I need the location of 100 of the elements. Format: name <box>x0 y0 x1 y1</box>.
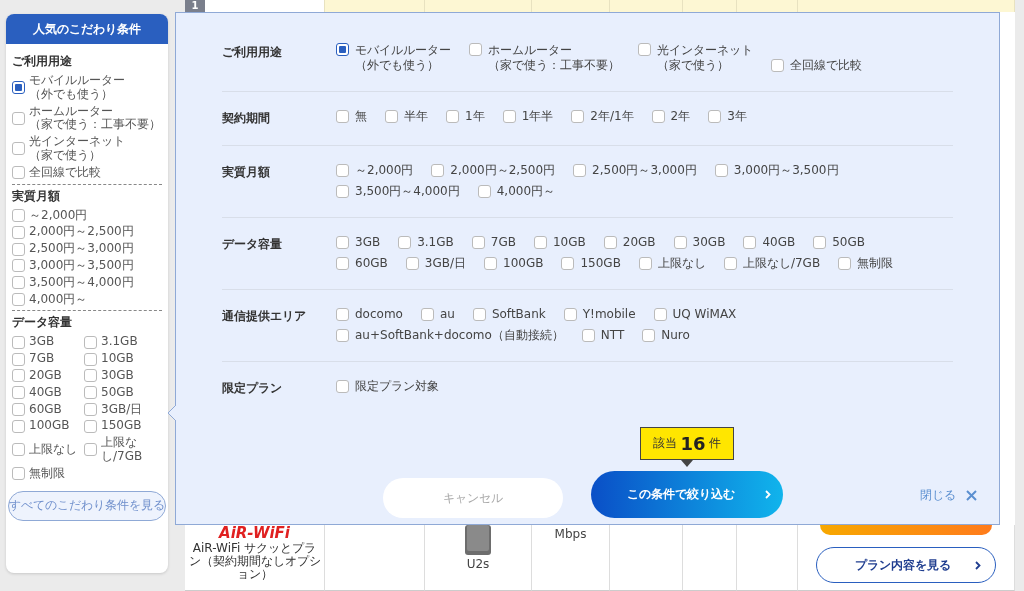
plan-details-button[interactable]: プラン内容を見る <box>816 547 996 583</box>
option-label: 3.1GB <box>417 235 454 250</box>
checkbox[interactable] <box>502 110 516 123</box>
checkbox[interactable] <box>581 329 595 342</box>
option-label: 上限なし <box>29 443 77 457</box>
option-label: 無制限 <box>29 466 65 481</box>
checkbox[interactable] <box>12 419 25 433</box>
checkbox[interactable] <box>84 419 97 433</box>
checkbox[interactable] <box>12 369 25 383</box>
checkbox[interactable] <box>336 185 349 198</box>
option-label: 20GB <box>622 235 656 250</box>
option-label: 30GB <box>692 235 726 250</box>
checkbox[interactable] <box>477 185 491 198</box>
option-label: 40GB <box>29 385 62 400</box>
option-label: 光インターネット （家で使う） <box>29 135 125 163</box>
checkbox[interactable] <box>431 164 445 177</box>
table-header-cell <box>737 0 798 12</box>
checkbox[interactable] <box>12 335 25 349</box>
checkbox[interactable] <box>84 443 97 457</box>
checkbox[interactable] <box>12 352 25 366</box>
speed-unit: Mbps <box>554 527 587 541</box>
cancel-button[interactable]: キャンセル <box>383 478 563 518</box>
close-button[interactable]: 閉じる <box>920 487 977 504</box>
checkbox[interactable] <box>714 164 728 177</box>
checkbox[interactable] <box>838 257 852 270</box>
checkbox[interactable] <box>12 276 25 290</box>
all-conditions-button[interactable]: すべてのこだわり条件を見る <box>8 490 166 521</box>
checkbox[interactable] <box>573 164 587 177</box>
checkbox[interactable] <box>561 257 575 270</box>
checkbox[interactable] <box>336 329 349 342</box>
checkbox[interactable] <box>472 308 486 321</box>
checkbox[interactable] <box>771 59 784 72</box>
checkbox[interactable] <box>398 236 412 249</box>
rank-badge: 1 <box>185 0 205 12</box>
checkbox[interactable] <box>84 352 97 366</box>
brand-logo: AiR-WiFi <box>219 525 290 542</box>
checkbox[interactable] <box>484 257 498 270</box>
checkbox[interactable] <box>12 166 25 180</box>
checkbox[interactable] <box>723 257 737 270</box>
checkbox[interactable] <box>571 110 585 123</box>
checkbox[interactable] <box>12 81 25 95</box>
option-label: 3GB <box>355 235 381 250</box>
checkbox[interactable] <box>12 467 25 481</box>
checkbox[interactable] <box>336 257 349 270</box>
option-label: 無 <box>355 109 367 124</box>
checkbox[interactable] <box>651 110 665 123</box>
checkbox[interactable] <box>673 236 687 249</box>
option-label: 1年半 <box>521 109 554 124</box>
checkbox[interactable] <box>813 236 827 249</box>
option-label: 3.1GB <box>101 335 138 350</box>
option-label: 30GB <box>101 368 134 383</box>
checkbox[interactable] <box>336 110 349 123</box>
plan-caption: AiR-WiFi サクッとプラン（契約期間なしオプション） <box>187 542 322 582</box>
checkbox[interactable] <box>12 402 25 416</box>
checkbox[interactable] <box>12 111 25 125</box>
checkbox[interactable] <box>12 443 25 457</box>
checkbox[interactable] <box>12 259 25 273</box>
checkbox[interactable] <box>471 236 485 249</box>
device-name: U2s <box>466 557 490 571</box>
checkbox[interactable] <box>642 329 656 342</box>
checkbox[interactable] <box>336 43 349 56</box>
checkbox[interactable] <box>336 308 349 321</box>
checkbox[interactable] <box>84 335 97 349</box>
option-label: 半年 <box>404 109 428 124</box>
checkbox[interactable] <box>12 386 25 400</box>
checkbox[interactable] <box>603 236 617 249</box>
checkbox[interactable] <box>653 308 667 321</box>
option-label: docomo <box>355 307 403 322</box>
checkbox[interactable] <box>12 242 25 256</box>
checkbox[interactable] <box>743 236 757 249</box>
checkbox[interactable] <box>563 308 577 321</box>
checkbox[interactable] <box>446 110 459 123</box>
option-label: ホームルーター （家で使う：工事不要） <box>488 43 620 73</box>
apply-filter-button[interactable]: この条件で絞り込む <box>591 471 783 518</box>
checkbox[interactable] <box>469 43 482 56</box>
checkbox[interactable] <box>708 110 722 123</box>
checkbox[interactable] <box>12 208 25 222</box>
option-label: 3,500円～4,000円 <box>355 184 460 199</box>
checkbox[interactable] <box>638 257 652 270</box>
checkbox[interactable] <box>420 308 434 321</box>
chevron-icon <box>975 560 981 570</box>
checkbox[interactable] <box>336 380 349 393</box>
checkbox[interactable] <box>405 257 419 270</box>
table-header-cell <box>683 0 737 12</box>
option-label: 光インターネット （家で使う） <box>657 43 753 73</box>
chevron-icon <box>765 490 771 499</box>
checkbox[interactable] <box>533 236 547 249</box>
option-label: ホームルーター （家で使う：工事不要） <box>29 104 161 133</box>
option-label: 60GB <box>29 402 62 417</box>
checkbox[interactable] <box>12 292 25 306</box>
checkbox[interactable] <box>84 402 97 416</box>
checkbox[interactable] <box>12 225 25 239</box>
option-label: 100GB <box>503 256 544 271</box>
checkbox[interactable] <box>84 386 97 400</box>
checkbox[interactable] <box>336 164 349 177</box>
checkbox[interactable] <box>12 142 25 156</box>
checkbox[interactable] <box>84 369 97 383</box>
checkbox[interactable] <box>385 110 398 123</box>
checkbox[interactable] <box>336 236 349 249</box>
checkbox[interactable] <box>638 43 651 56</box>
